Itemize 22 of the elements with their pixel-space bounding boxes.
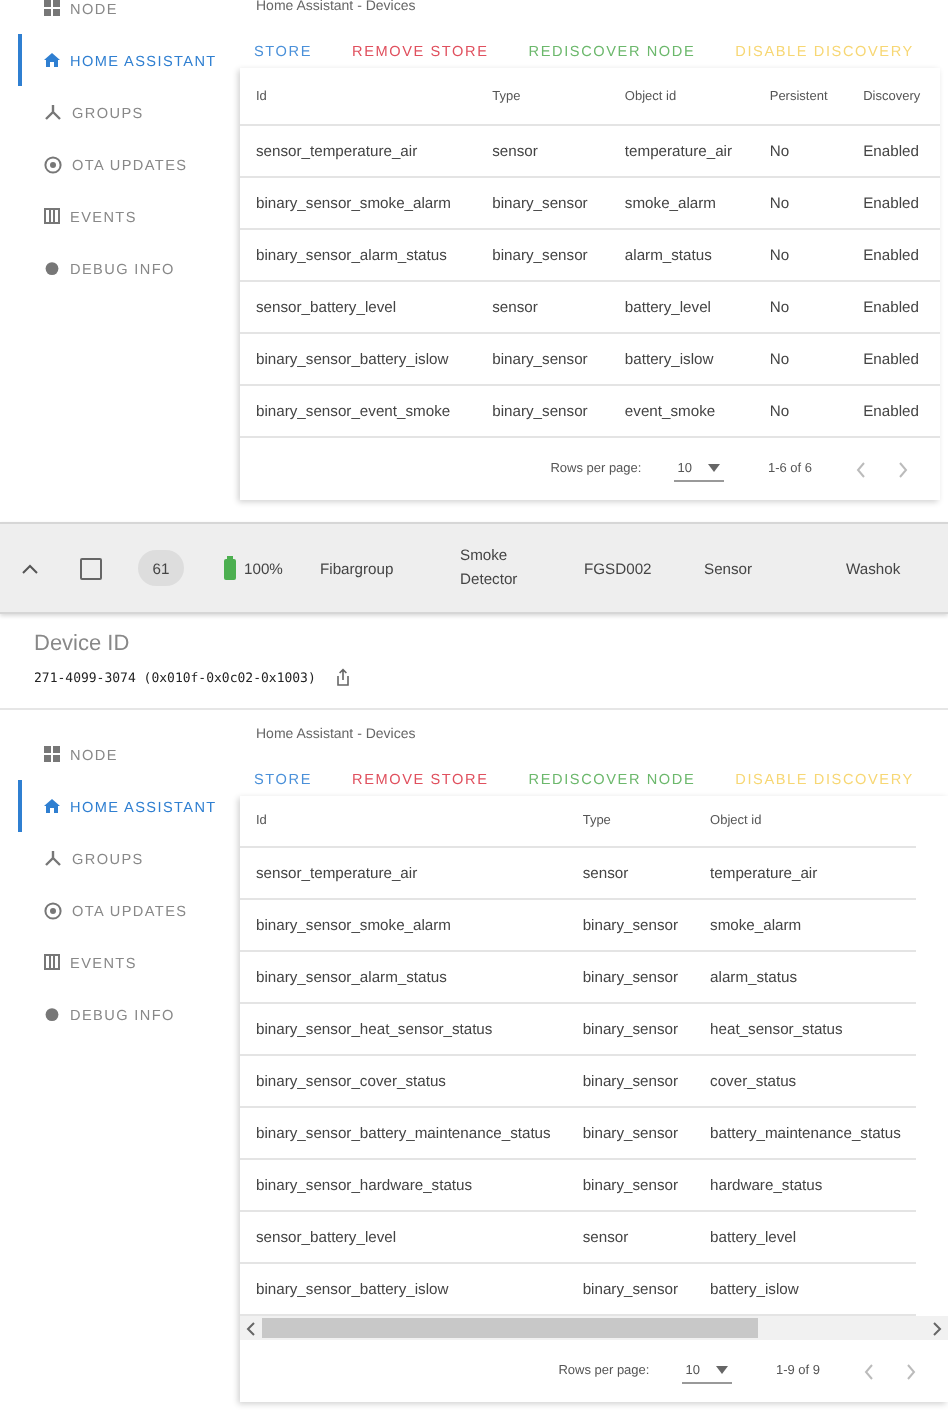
battery-icon	[224, 556, 236, 580]
chevron-left-icon	[864, 1363, 874, 1379]
grid-icon	[44, 0, 60, 16]
dropdown-caret-icon	[715, 1366, 728, 1374]
expand-toggle[interactable]	[22, 563, 38, 573]
chevron-up-icon	[22, 563, 38, 573]
scroll-left-icon	[246, 1321, 256, 1335]
dropdown-caret-icon	[707, 464, 720, 472]
checkbox[interactable]	[80, 557, 102, 579]
chevron-right-icon	[906, 1363, 916, 1379]
network-icon	[44, 850, 62, 866]
horizontal-scrollbar[interactable]	[240, 1316, 948, 1340]
device-id-title: Device ID	[34, 632, 132, 660]
chevron-right-icon	[898, 461, 908, 477]
chevron-left-icon	[856, 461, 866, 477]
home-icon	[44, 798, 60, 814]
network-icon	[44, 104, 62, 120]
share-button[interactable]	[335, 668, 350, 686]
home-icon	[44, 52, 60, 68]
grid-icon	[44, 746, 60, 762]
share-icon	[335, 668, 350, 686]
scroll-right-icon	[932, 1321, 942, 1335]
